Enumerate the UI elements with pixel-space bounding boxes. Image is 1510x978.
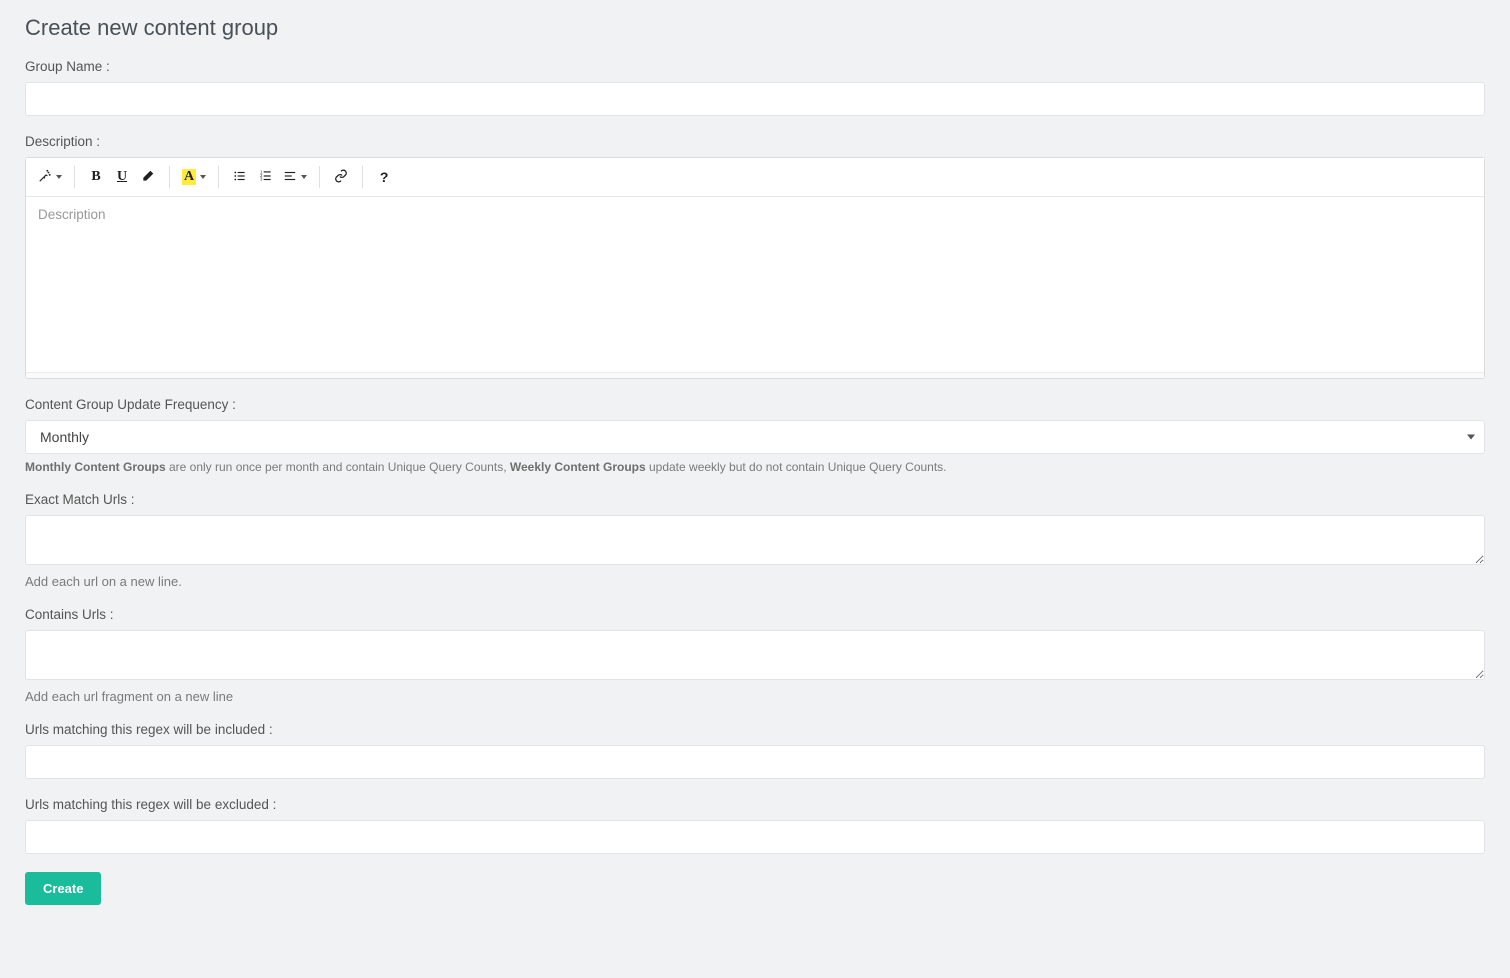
regex-include-group: Urls matching this regex will be include… bbox=[25, 722, 1485, 779]
page-title: Create new content group bbox=[25, 15, 1485, 41]
contains-urls-label: Contains Urls : bbox=[25, 607, 1485, 622]
link-icon bbox=[334, 169, 348, 186]
font-color-icon: A bbox=[182, 169, 196, 185]
svg-text:3: 3 bbox=[260, 176, 263, 181]
magic-wand-icon bbox=[38, 169, 52, 186]
magic-wand-button[interactable] bbox=[34, 164, 66, 190]
frequency-help: Monthly Content Groups are only run once… bbox=[25, 460, 1485, 474]
regex-exclude-group: Urls matching this regex will be exclude… bbox=[25, 797, 1485, 854]
toolbar-divider bbox=[319, 166, 320, 188]
list-ol-icon: 123 bbox=[259, 169, 273, 186]
help-button[interactable]: ? bbox=[371, 164, 397, 190]
regex-include-label: Urls matching this regex will be include… bbox=[25, 722, 1485, 737]
exact-match-input[interactable] bbox=[25, 515, 1485, 565]
regex-include-input[interactable] bbox=[25, 745, 1485, 779]
frequency-label: Content Group Update Frequency : bbox=[25, 397, 1485, 412]
bold-button[interactable]: B bbox=[83, 164, 109, 190]
toolbar-divider bbox=[169, 166, 170, 188]
rich-text-editor: B U A bbox=[25, 157, 1485, 379]
link-button[interactable] bbox=[328, 164, 354, 190]
toolbar-divider bbox=[362, 166, 363, 188]
eraser-icon bbox=[141, 169, 155, 186]
editor-toolbar: B U A bbox=[26, 158, 1484, 197]
exact-match-label: Exact Match Urls : bbox=[25, 492, 1485, 507]
description-label: Description : bbox=[25, 134, 1485, 149]
frequency-group: Content Group Update Frequency : Monthly… bbox=[25, 397, 1485, 474]
exact-match-group: Exact Match Urls : Add each url on a new… bbox=[25, 492, 1485, 589]
toolbar-divider bbox=[218, 166, 219, 188]
exact-match-help: Add each url on a new line. bbox=[25, 574, 1485, 589]
group-name-input[interactable] bbox=[25, 82, 1485, 116]
unordered-list-button[interactable] bbox=[227, 164, 253, 190]
help-icon: ? bbox=[380, 169, 389, 185]
toolbar-divider bbox=[74, 166, 75, 188]
editor-resize-handle[interactable] bbox=[26, 372, 1484, 378]
description-group: Description : B U bbox=[25, 134, 1485, 379]
underline-icon: U bbox=[117, 169, 127, 185]
erase-button[interactable] bbox=[135, 164, 161, 190]
chevron-down-icon bbox=[56, 175, 62, 179]
list-ul-icon bbox=[233, 169, 247, 186]
contains-urls-group: Contains Urls : Add each url fragment on… bbox=[25, 607, 1485, 704]
group-name-label: Group Name : bbox=[25, 59, 1485, 74]
group-name-group: Group Name : bbox=[25, 59, 1485, 116]
chevron-down-icon bbox=[200, 175, 206, 179]
paragraph-button[interactable] bbox=[279, 164, 311, 190]
align-icon bbox=[283, 169, 297, 186]
create-button[interactable]: Create bbox=[25, 872, 101, 905]
frequency-select[interactable]: Monthly bbox=[25, 420, 1485, 454]
font-color-button[interactable]: A bbox=[178, 164, 210, 190]
ordered-list-button[interactable]: 123 bbox=[253, 164, 279, 190]
bold-icon: B bbox=[91, 169, 100, 185]
description-input[interactable]: Description bbox=[26, 197, 1484, 372]
regex-exclude-label: Urls matching this regex will be exclude… bbox=[25, 797, 1485, 812]
chevron-down-icon bbox=[301, 175, 307, 179]
regex-exclude-input[interactable] bbox=[25, 820, 1485, 854]
contains-urls-help: Add each url fragment on a new line bbox=[25, 689, 1485, 704]
underline-button[interactable]: U bbox=[109, 164, 135, 190]
contains-urls-input[interactable] bbox=[25, 630, 1485, 680]
